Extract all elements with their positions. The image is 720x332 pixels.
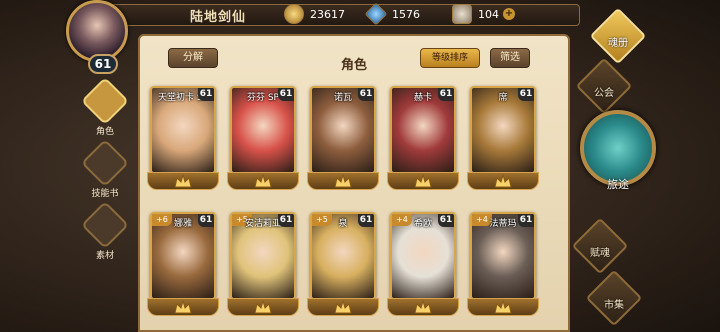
menu-item-label: 素材 [95,251,114,261]
menu-item-journey[interactable]: 旅途 [578,110,658,210]
card-pedestal [387,298,459,316]
menu-item-label: 技能书 [91,189,119,199]
gold-counter: 23617 [284,3,345,25]
menu-item-label: 公会 [594,88,614,99]
stamina-value: 104 [478,7,499,21]
crown-icon [254,300,272,314]
menu-item-label: 赋魂 [590,248,610,259]
character-level: 61 [518,214,534,227]
crown-icon [254,174,272,188]
crown-icon [174,300,192,314]
card-pedestal [227,172,299,190]
crown-icon [494,300,512,314]
player-level-badge: 61 [88,54,118,74]
card-pedestal [387,172,459,190]
sort-by-level-button[interactable]: 等级排序 [420,48,480,68]
card-pedestal [147,172,219,190]
crown-icon [414,174,432,188]
gold-value: 23617 [310,7,345,21]
player-name: 陆地剑仙 [190,10,247,25]
character-card[interactable]: 席 61 [470,86,536,174]
character-card[interactable]: +6 娜雅 61 [150,212,216,300]
crown-icon [334,300,352,314]
card-pedestal [467,172,539,190]
journey-emblem-icon [580,110,656,186]
menu-item-market[interactable]: 市集 [582,269,646,327]
menu-item-materials[interactable]: 素材 [80,200,130,266]
character-panel: 分解 角色 等级排序 筛选 天堂初卡 SP 61 芬芬 SP 61 诺瓦 61 赫卡 61 席 6… [138,34,570,332]
menu-item-label: 魂册 [608,38,628,49]
character-level: 61 [518,88,534,101]
helmet-icon [80,76,130,126]
gold-coin-icon [284,4,304,24]
menu-item-soul-infuse[interactable]: 赋魂 [568,217,632,275]
menu-item-soulbook[interactable]: 魂册 [586,7,650,65]
character-level: 61 [358,214,374,227]
gem-value: 1576 [392,7,420,21]
card-pedestal [147,298,219,316]
plus-icon[interactable]: + [503,8,515,20]
character-card[interactable]: +4 希欧 61 [390,212,456,300]
player-avatar[interactable] [66,0,128,62]
character-level: 61 [278,214,294,227]
crown-icon [174,174,192,188]
menu-item-guild[interactable]: 公会 [572,57,636,115]
card-pedestal [227,298,299,316]
left-category-menu: 角色 技能书 素材 [80,76,130,270]
gem-counter: 1576 [364,2,420,26]
character-level: 61 [198,88,214,101]
stamina-counter: 104 + [452,3,515,25]
filter-button[interactable]: 筛选 [490,48,530,68]
menu-item-label: 市集 [604,300,624,311]
crown-icon [494,174,512,188]
character-level: 61 [358,88,374,101]
character-card[interactable]: 赫卡 61 [390,86,456,174]
crown-icon [334,174,352,188]
character-card[interactable]: +4 法蒂玛 61 [470,212,536,300]
menu-item-label: 角色 [95,127,114,137]
character-card[interactable]: +5 泉 61 [310,212,376,300]
stamina-icon [452,4,472,24]
card-pedestal [467,298,539,316]
card-pedestal [307,298,379,316]
scroll-icon [80,138,130,188]
character-card[interactable]: 芬芬 SP 61 [230,86,296,174]
blue-crystal-icon [364,2,388,26]
character-card[interactable]: 诺瓦 61 [310,86,376,174]
character-level: 61 [438,88,454,101]
menu-item-characters[interactable]: 角色 [80,76,130,142]
paw-icon [80,200,130,250]
character-card[interactable]: +5 安洁莉亚 61 [230,212,296,300]
character-level: 61 [278,88,294,101]
crown-icon [414,300,432,314]
character-card[interactable]: 天堂初卡 SP 61 [150,86,216,174]
card-pedestal [307,172,379,190]
menu-item-label: 旅途 [607,178,629,191]
character-level: 61 [438,214,454,227]
character-level: 61 [198,214,214,227]
menu-item-skillbook[interactable]: 技能书 [80,138,130,204]
